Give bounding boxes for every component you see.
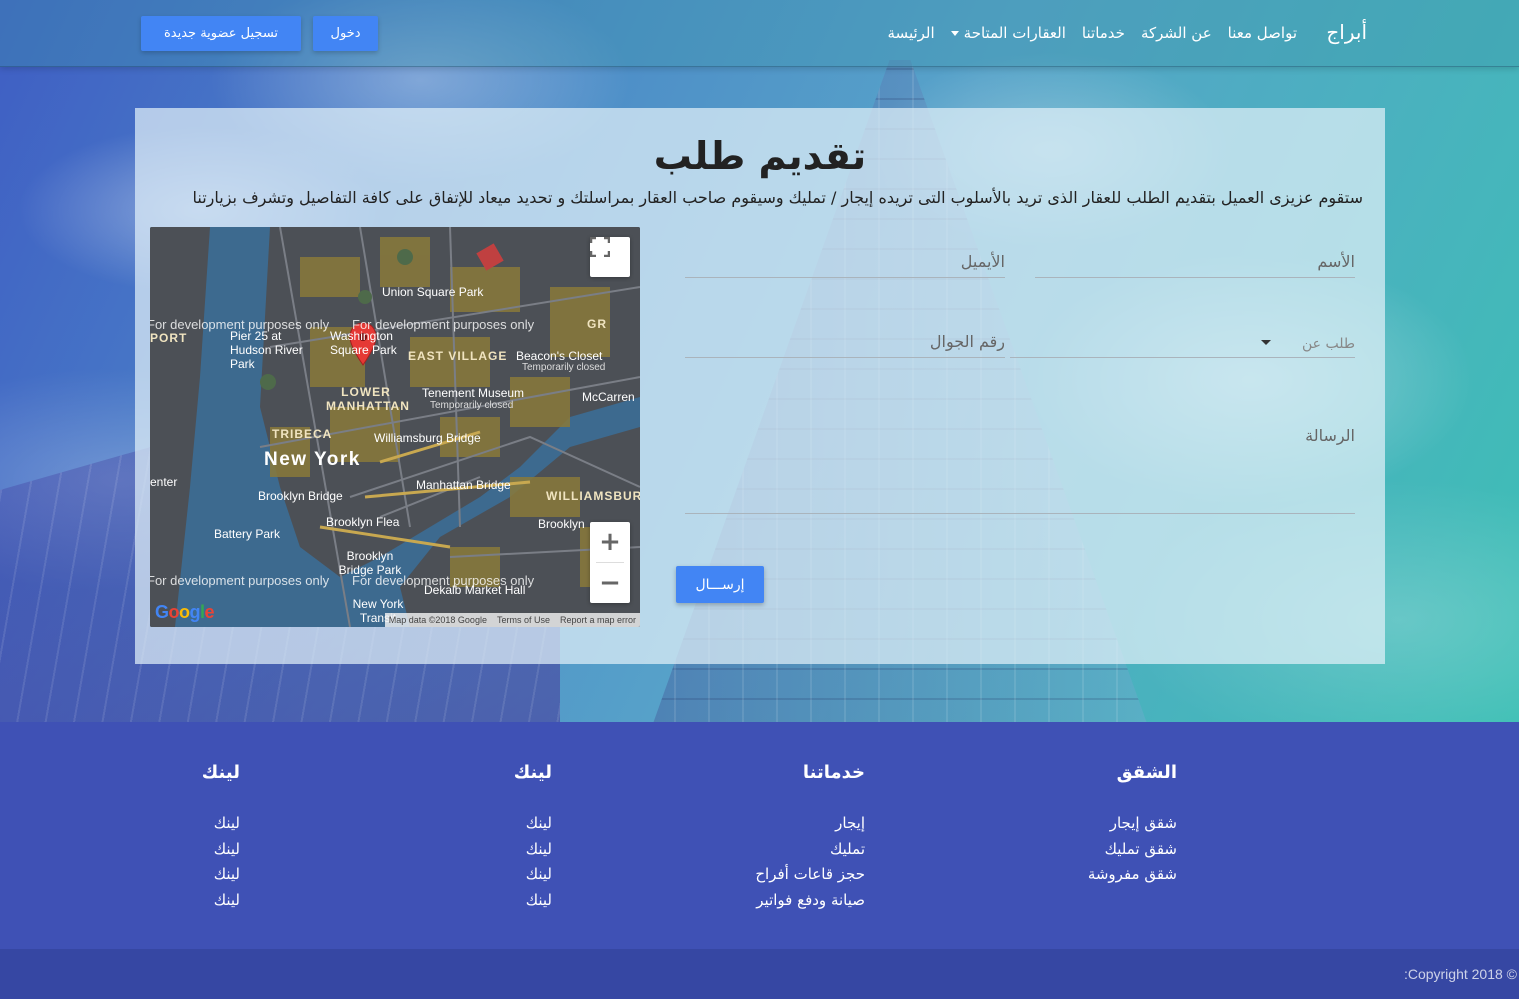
map-label-tenement-sub: Temporarily closed <box>430 400 514 411</box>
nav-properties-label: العقارات المتاحة <box>963 24 1066 42</box>
email-placeholder: الأيميل <box>960 252 1005 271</box>
footer-column-services: خدماتنا إيجار تمليك حجز قاعات أفراح صيان… <box>645 762 865 913</box>
map-label-port: PORT <box>150 331 188 345</box>
google-map[interactable]: Union Square Park For development purpos… <box>150 227 640 627</box>
map-label-washington-sq: Washington Square Park <box>330 329 397 357</box>
map-label-battery-park: Battery Park <box>214 527 281 541</box>
map-label-williamsburg: WILLIAMSBURG <box>546 489 640 503</box>
footer-column-title: لينك <box>201 762 240 783</box>
map-label-brooklyn: Brooklyn <box>538 517 585 531</box>
map-attribution: Map data ©2018 Google Terms of Use Repor… <box>384 613 640 627</box>
map-label-manhattan-bridge: Manhattan Bridge <box>416 478 511 492</box>
map-label-pier25: Pier 25 at Hudson River Park <box>230 329 303 371</box>
map-label-brooklyn-flea: Brooklyn Flea <box>326 515 400 529</box>
login-button[interactable]: دخول <box>313 16 378 51</box>
footer-link[interactable]: شقق مفروشة <box>957 862 1177 888</box>
map-label-union-square: Union Square Park <box>382 285 484 299</box>
footer-link[interactable]: لينك <box>20 888 240 914</box>
zoom-controls: + − <box>590 522 630 603</box>
message-textarea[interactable]: الرسالة <box>685 408 1355 514</box>
nav-services[interactable]: خدماتنا <box>1082 24 1125 42</box>
page-title: تقديم طلب <box>653 134 867 178</box>
footer-column-links-2: لينك لينك لينك لينك لينك <box>20 762 240 913</box>
map-data-credit: Map data ©2018 Google <box>388 615 487 625</box>
brand-logo[interactable]: أبراج <box>1326 20 1367 44</box>
fullscreen-icon[interactable] <box>590 237 630 277</box>
footer-column-title: خدماتنا <box>802 762 865 783</box>
name-placeholder: الأسم <box>1317 252 1355 271</box>
map-label-tribeca: TRIBECA <box>272 427 333 441</box>
map-label-beacons: Beacon's Closet <box>516 349 603 363</box>
name-field[interactable]: الأسم <box>1035 236 1355 278</box>
zoom-out-icon[interactable]: − <box>590 563 630 603</box>
map-label-gr: GR <box>587 317 607 331</box>
nav-links: الرئيسة العقارات المتاحة خدماتنا عن الشر… <box>888 24 1297 42</box>
nav-properties-dropdown[interactable]: العقارات المتاحة <box>950 24 1066 42</box>
map-label-center: enter <box>150 475 178 489</box>
map-label-beacons-sub: Temporarily closed <box>522 362 606 373</box>
map-terms-link[interactable]: Terms of Use <box>497 615 550 625</box>
map-dev-notice: For development purposes only <box>150 573 330 588</box>
phone-field[interactable]: رقم الجوال <box>685 316 1005 358</box>
footer-column-links-1: لينك لينك لينك لينك لينك <box>332 762 552 913</box>
dropdown-arrow-icon <box>1261 340 1271 345</box>
zoom-in-icon[interactable]: + <box>590 522 630 562</box>
map-label-lower-manhattan: LOWER MANHATTAN <box>326 385 410 413</box>
map-label-dekalb: Dekalb Market Hall <box>424 583 526 597</box>
copyright-text: © Copyright 2018: <box>1403 966 1517 982</box>
footer-link[interactable]: لينك <box>332 888 552 914</box>
nav-about[interactable]: عن الشركة <box>1141 24 1212 42</box>
footer-link[interactable]: صيانة ودفع فواتير <box>645 888 865 914</box>
footer-column-title: الشقق <box>1116 762 1177 783</box>
footer-link[interactable]: لينك <box>332 837 552 863</box>
map-report-link[interactable]: Report a map error <box>560 615 636 625</box>
map-label-east-village: EAST VILLAGE <box>408 349 508 363</box>
request-description: ستقوم عزيزى العميل بتقديم الطلب للعقار ا… <box>192 188 1363 207</box>
map-label-williamsburg-bridge: Williamsburg Bridge <box>374 431 481 445</box>
footer-link[interactable]: حجز قاعات أفراح <box>645 862 865 888</box>
footer-link[interactable]: شقق تمليك <box>957 837 1177 863</box>
nav-home[interactable]: الرئيسة <box>888 24 935 42</box>
footer-link[interactable]: لينك <box>332 862 552 888</box>
register-button[interactable]: تسجيل عضوية جديدة <box>141 16 301 51</box>
request-card: تقديم طلب ستقوم عزيزى العميل بتقديم الطل… <box>135 108 1385 664</box>
footer: الشقق شقق إيجار شقق تمليك شقق مفروشة خدم… <box>0 722 1519 949</box>
footer-link[interactable]: لينك <box>332 811 552 837</box>
footer-link[interactable]: شقق إيجار <box>957 811 1177 837</box>
request-type-placeholder: طلب عن <box>1302 336 1355 352</box>
request-type-select[interactable]: طلب عن <box>1010 316 1355 358</box>
footer-link[interactable]: لينك <box>20 862 240 888</box>
map-label-new-york: New York <box>264 449 361 470</box>
copyright-bar: © Copyright 2018: <box>0 949 1519 999</box>
footer-link[interactable]: لينك <box>20 837 240 863</box>
submit-button[interactable]: إرســـال <box>676 566 764 603</box>
footer-link[interactable]: لينك <box>20 811 240 837</box>
email-field[interactable]: الأيميل <box>685 236 1005 278</box>
google-logo: Google <box>155 602 215 622</box>
footer-column-apartments: الشقق شقق إيجار شقق تمليك شقق مفروشة <box>957 762 1177 888</box>
map-label-brooklyn-bridge: Brooklyn Bridge <box>258 489 343 503</box>
footer-link[interactable]: تمليك <box>645 837 865 863</box>
map-label-tenement: Tenement Museum <box>422 386 525 400</box>
nav-contact[interactable]: تواصل معنا <box>1228 24 1297 42</box>
map-label-mccarren: McCarren <box>582 390 635 404</box>
navbar: أبراج الرئيسة العقارات المتاحة خدماتنا ع… <box>0 0 1519 67</box>
message-placeholder: الرسالة <box>1305 426 1355 445</box>
fullscreen-glyph <box>590 237 610 257</box>
footer-column-title: لينك <box>513 762 552 783</box>
phone-placeholder: رقم الجوال <box>929 332 1005 351</box>
caret-down-icon <box>950 30 959 36</box>
footer-link[interactable]: إيجار <box>645 811 865 837</box>
